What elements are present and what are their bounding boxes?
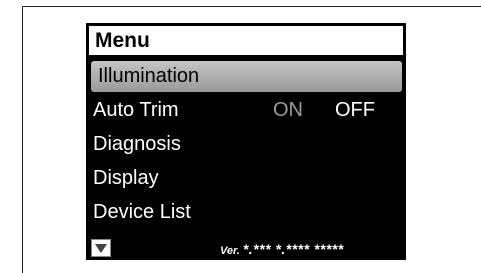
- menu-title: Menu: [95, 29, 150, 52]
- menu-item-label: Device List: [93, 201, 191, 223]
- auto-trim-off-option[interactable]: OFF: [335, 95, 375, 125]
- menu-item-illumination[interactable]: Illumination: [91, 61, 402, 92]
- menu-item-display[interactable]: Display: [93, 163, 159, 193]
- menu-item-auto-trim[interactable]: Auto Trim: [93, 95, 179, 125]
- menu-item-label: Auto Trim: [93, 99, 179, 121]
- version-prefix: Ver.: [220, 245, 240, 257]
- menu-item-label: Illumination: [98, 65, 200, 87]
- menu-screen: Menu Illumination Auto Trim ON OFF Diagn…: [86, 23, 406, 260]
- version-info: Ver. *.*** *.**** *****: [220, 241, 344, 257]
- menu-item-diagnosis[interactable]: Diagnosis: [93, 129, 181, 159]
- version-value: *.*** *.**** *****: [242, 241, 344, 257]
- menu-item-label: Diagnosis: [93, 133, 181, 155]
- auto-trim-on-option[interactable]: ON: [273, 95, 303, 125]
- menu-title-bar: Menu: [87, 24, 405, 57]
- scroll-down-button[interactable]: [91, 239, 111, 257]
- menu-item-device-list[interactable]: Device List: [93, 197, 191, 227]
- menu-item-label: Display: [93, 167, 159, 189]
- triangle-down-icon: [95, 244, 107, 253]
